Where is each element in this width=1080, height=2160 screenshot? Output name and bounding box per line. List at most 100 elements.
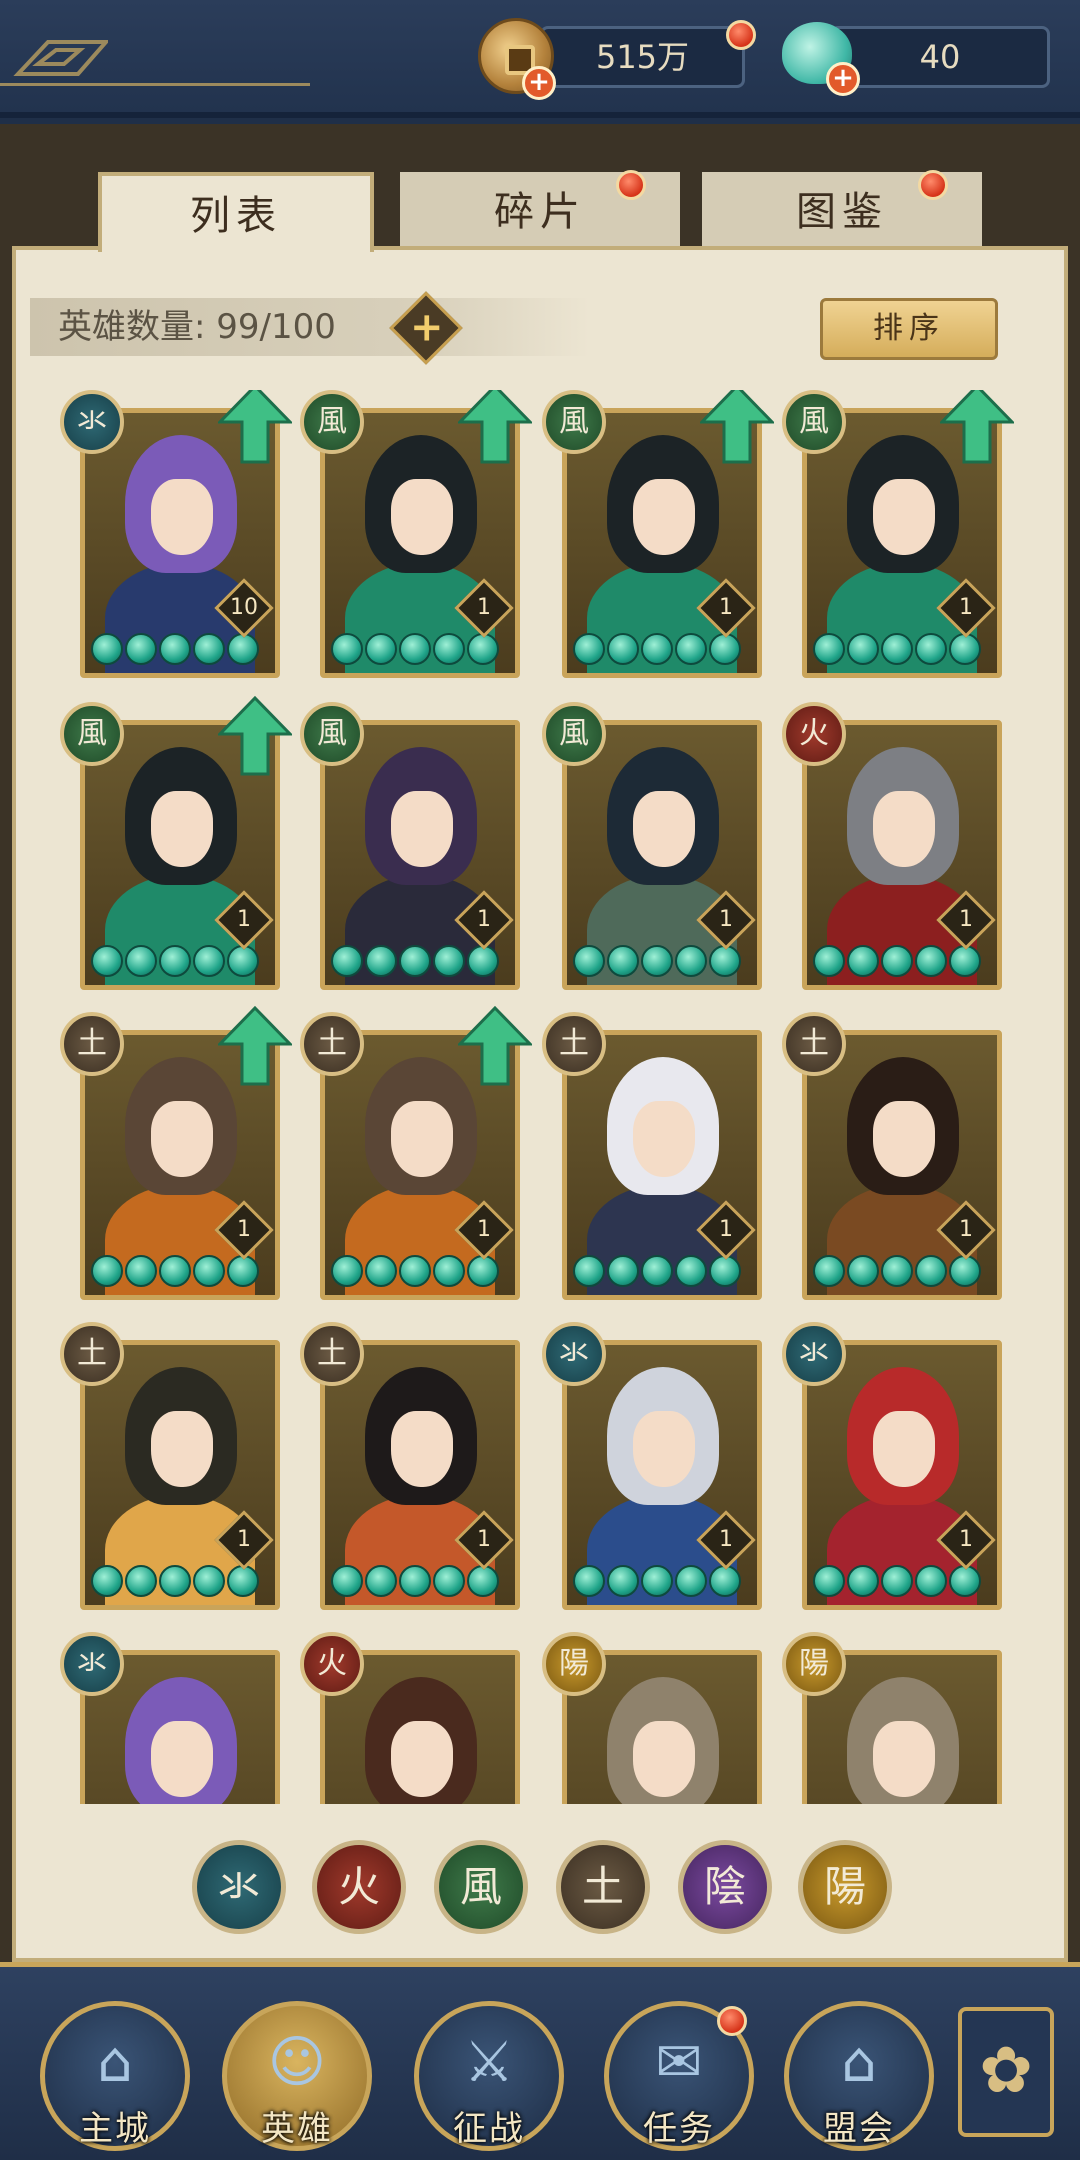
hero-card[interactable]: 10 氺 [60, 390, 292, 680]
faction-filter-button[interactable]: 火 [312, 1840, 406, 1934]
hero-card[interactable]: 火 [300, 1632, 520, 1804]
hero-card[interactable]: 1土 [300, 1322, 520, 1612]
coin-notify-dot [726, 20, 756, 50]
star-gem-icon [641, 1565, 673, 1597]
faction-filter-button[interactable]: 風 [434, 1840, 528, 1934]
hero-level: 1 [719, 907, 733, 932]
nav-quest-scroll[interactable]: ✉ 任务 [604, 2001, 754, 2151]
star-gem-icon [467, 1565, 499, 1597]
star-gem-icon [915, 633, 947, 665]
hero-card[interactable]: 陽 [782, 1632, 1002, 1804]
hero-card[interactable]: 1土 [782, 1012, 1002, 1302]
faction-filter-button[interactable]: 氺 [192, 1840, 286, 1934]
tab-fragments-label: 碎片 [494, 189, 586, 235]
faction-badge: 土 [60, 1322, 124, 1386]
hero-level: 1 [237, 1217, 251, 1242]
star-gem-icon [125, 1255, 157, 1287]
upgrade-arrow-icon [940, 390, 1014, 464]
hero-face [873, 1101, 935, 1177]
hero-face [151, 791, 213, 867]
hero-card[interactable]: 1土 [542, 1012, 762, 1302]
hero-level: 1 [477, 595, 491, 620]
hero-portrait-frame: 1 [562, 720, 762, 990]
nav-notify-dot [717, 2006, 747, 2036]
nav-alliance-pavilion[interactable]: ⌂ 盟会 [784, 2001, 934, 2151]
coin-counter[interactable]: 515万 [540, 26, 745, 88]
hero-portrait-frame: 1 [562, 1030, 762, 1300]
faction-filter-button[interactable]: 陰 [678, 1840, 772, 1934]
hero-face [633, 1101, 695, 1177]
faction-filter-button[interactable]: 土 [556, 1840, 650, 1934]
hero-face [391, 1101, 453, 1177]
faction-badge: 陽 [542, 1632, 606, 1696]
star-gem-icon [641, 945, 673, 977]
star-gem-icon [193, 633, 225, 665]
hero-card[interactable]: 1風 [300, 390, 532, 680]
hero-portrait-frame: 1 [80, 1340, 280, 1610]
hero-level: 1 [719, 1217, 733, 1242]
star-gems [813, 1565, 981, 1599]
star-gem-icon [847, 633, 879, 665]
battle-icon: ⚔ [463, 2030, 515, 2095]
flower-menu-icon[interactable]: ✿ [958, 2007, 1054, 2137]
upgrade-arrow-icon [218, 390, 292, 464]
hero-face [391, 479, 453, 555]
star-gem-icon [399, 1255, 431, 1287]
hero-card[interactable]: 1風 [60, 696, 292, 992]
star-gem-icon [847, 945, 879, 977]
star-gem-icon [365, 1255, 397, 1287]
sort-button[interactable]: 排序 [820, 298, 998, 360]
star-gem-icon [91, 1255, 123, 1287]
faction-badge: 氺 [60, 1632, 124, 1696]
nav-hero[interactable]: ☺ 英雄 [222, 2001, 372, 2151]
star-gems [813, 1255, 981, 1289]
hero-portrait-frame: 1 [562, 1340, 762, 1610]
star-gem-icon [193, 1255, 225, 1287]
star-gem-icon [365, 945, 397, 977]
star-gem-icon [813, 1255, 845, 1287]
add-coin-button[interactable]: + [522, 66, 556, 100]
hero-card[interactable]: 1氺 [542, 1322, 762, 1612]
hero-card[interactable]: 1風 [300, 702, 520, 992]
faction-badge: 風 [60, 702, 124, 766]
hero-portrait-frame: 1 [802, 1030, 1002, 1300]
nav-battle[interactable]: ⚔ 征战 [414, 2001, 564, 2151]
nav-label: 主城 [79, 2109, 151, 2149]
hero-card[interactable]: 陽 [542, 1632, 762, 1804]
star-gem-icon [331, 1255, 363, 1287]
nav-palace[interactable]: ⌂ 主城 [40, 2001, 190, 2151]
star-gem-icon [915, 1565, 947, 1597]
star-gem-icon [399, 945, 431, 977]
star-gem-icon [467, 633, 499, 665]
hero-card[interactable]: 1風 [542, 702, 762, 992]
gem-counter[interactable]: 40 [830, 26, 1050, 88]
hero-level: 10 [230, 595, 258, 620]
star-gem-icon [433, 945, 465, 977]
hero-card[interactable]: 1風 [782, 390, 1014, 680]
hero-card[interactable]: 1土 [300, 1006, 532, 1302]
star-gems [91, 633, 259, 667]
gem-value: 40 [919, 38, 961, 76]
star-gem-icon [399, 633, 431, 665]
star-gem-icon [949, 633, 981, 665]
hero-face [151, 1721, 213, 1797]
hero-card[interactable]: 1風 [542, 390, 774, 680]
pattern-menu-icon[interactable] [0, 30, 310, 86]
hero-card[interactable]: 1土 [60, 1006, 292, 1302]
hero-count-label: 英雄数量: 99/100 [58, 307, 336, 347]
hero-grid: 10 氺 1 風 1 風 1 風 1 風 1 風 1 風 1 火 1 土 1 土 1 土 1 土 1 土 1 土 1 氺 1 氺氺火陽陽 [60, 390, 1020, 1804]
faction-badge: 風 [300, 702, 364, 766]
star-gem-icon [949, 945, 981, 977]
star-gem-icon [365, 633, 397, 665]
add-gem-button[interactable]: + [826, 62, 860, 96]
star-gem-icon [949, 1565, 981, 1597]
hero-card[interactable]: 1氺 [782, 1322, 1002, 1612]
hero-card[interactable]: 1火 [782, 702, 1002, 992]
star-gem-icon [125, 945, 157, 977]
tab-list[interactable]: 列表 [98, 172, 374, 252]
star-gem-icon [399, 1565, 431, 1597]
hero-face [391, 1721, 453, 1797]
hero-card[interactable]: 氺 [60, 1632, 280, 1804]
hero-card[interactable]: 1土 [60, 1322, 280, 1612]
faction-filter-button[interactable]: 陽 [798, 1840, 892, 1934]
